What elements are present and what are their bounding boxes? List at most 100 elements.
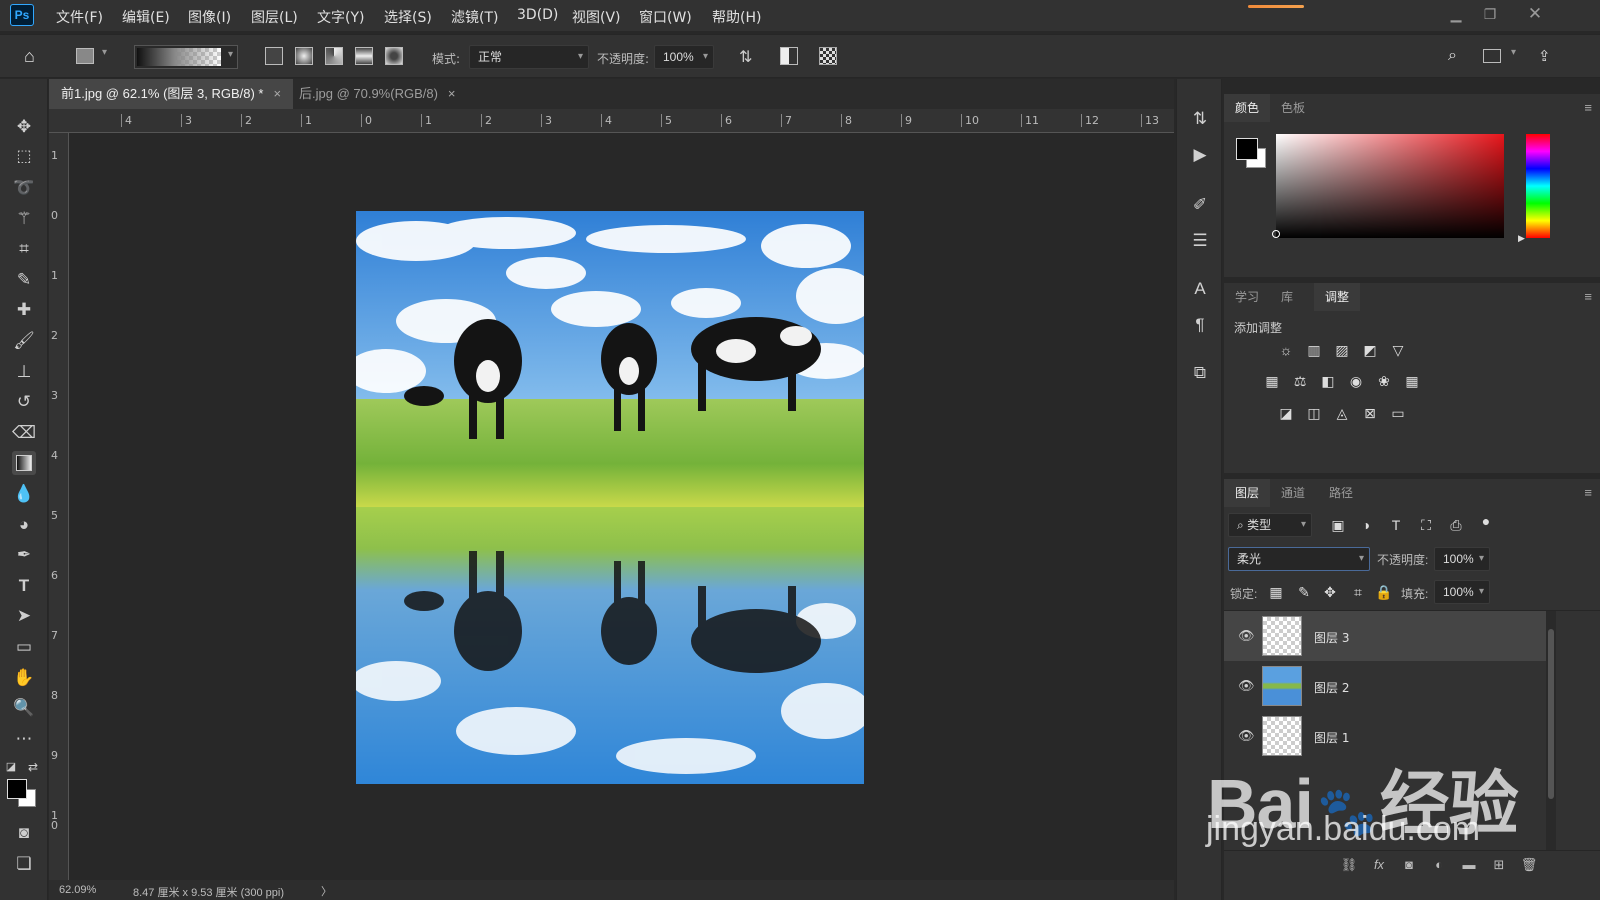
pixel-filter-icon[interactable]: ▣: [1328, 515, 1348, 535]
selective-color-icon[interactable]: ⊠: [1360, 403, 1380, 423]
transparency-icon[interactable]: [819, 47, 837, 65]
more-tools-icon[interactable]: ⋯: [12, 727, 36, 751]
menu-filter[interactable]: 滤镜(T): [451, 7, 498, 27]
workspace-icon[interactable]: [1483, 49, 1501, 63]
menu-3d[interactable]: 3D(D): [517, 7, 558, 23]
hand-tool-icon[interactable]: ✋: [12, 666, 36, 690]
eraser-tool-icon[interactable]: ⌫: [12, 421, 36, 445]
hue-slider-handle[interactable]: ▶: [1518, 233, 1525, 244]
magic-wand-tool-icon[interactable]: ⚚: [12, 207, 36, 231]
blur-tool-icon[interactable]: 💧: [12, 482, 36, 506]
shape-filter-icon[interactable]: ⛶: [1416, 515, 1436, 535]
dodge-tool-icon[interactable]: ◕: [12, 513, 36, 537]
zoom-level[interactable]: 62.09%: [59, 884, 96, 896]
close-tab-icon[interactable]: ×: [448, 86, 456, 101]
layer-name[interactable]: 图层 2: [1314, 679, 1349, 696]
layer-row[interactable]: 👁 图层 2: [1224, 661, 1546, 711]
tab-libraries[interactable]: 库: [1270, 283, 1304, 311]
hue-slider[interactable]: [1526, 134, 1550, 238]
foreground-color-swatch[interactable]: [7, 779, 27, 799]
menu-edit[interactable]: 编辑(E): [122, 7, 170, 27]
new-group-icon[interactable]: ▬: [1460, 857, 1478, 875]
gradient-preset-icon[interactable]: [76, 48, 94, 64]
home-icon[interactable]: ⌂: [24, 46, 42, 66]
rectangle-tool-icon[interactable]: ▭: [12, 635, 36, 659]
menu-help[interactable]: 帮助(H): [712, 7, 761, 27]
posterize-icon[interactable]: ◫: [1304, 403, 1324, 423]
scrollbar-thumb[interactable]: [1548, 629, 1554, 799]
type-filter-icon[interactable]: T: [1386, 515, 1406, 535]
history-brush-tool-icon[interactable]: ↺: [12, 390, 36, 414]
tab-document-2[interactable]: 后.jpg @ 70.9%(RGB/8) ×: [287, 79, 468, 109]
diamond-gradient-icon[interactable]: [385, 47, 403, 65]
vibrance-icon[interactable]: ▽: [1388, 340, 1408, 360]
lasso-tool-icon[interactable]: ➰: [12, 176, 36, 200]
zoom-tool-icon[interactable]: 🔍: [12, 696, 36, 720]
link-layers-icon[interactable]: ⛓: [1340, 857, 1358, 875]
color-balance-icon[interactable]: ⚖: [1290, 371, 1310, 391]
visibility-eye-icon[interactable]: 👁: [1238, 728, 1256, 744]
gradient-picker[interactable]: ▾: [134, 45, 238, 69]
path-selection-tool-icon[interactable]: ➤: [12, 604, 36, 628]
menu-type[interactable]: 文字(Y): [317, 7, 364, 27]
tab-document-1[interactable]: 前1.jpg @ 62.1% (图层 3, RGB/8) * ×: [49, 79, 294, 109]
curves-icon[interactable]: ▨: [1332, 340, 1352, 360]
channel-mixer-icon[interactable]: ❀: [1374, 371, 1394, 391]
document-image[interactable]: [356, 211, 864, 784]
pen-tool-icon[interactable]: ✒: [12, 543, 36, 567]
lock-all-icon[interactable]: 🔒: [1374, 582, 1394, 602]
tab-swatches[interactable]: 色板: [1270, 94, 1316, 122]
tab-color[interactable]: 颜色: [1224, 94, 1271, 122]
menu-view[interactable]: 视图(V): [572, 7, 621, 27]
eyedropper-tool-icon[interactable]: ✎: [12, 268, 36, 292]
layer-filter-select[interactable]: ⌕ 类型 ▾: [1228, 513, 1312, 537]
character-panel-icon[interactable]: A: [1188, 277, 1212, 301]
close-window-icon[interactable]: ✕: [1522, 3, 1548, 25]
black-white-icon[interactable]: ◧: [1318, 371, 1338, 391]
status-menu-arrow[interactable]: 〉: [321, 883, 332, 899]
chevron-down-icon[interactable]: ▾: [102, 47, 120, 65]
filter-toggle-icon[interactable]: ●: [1476, 511, 1496, 531]
tab-layers[interactable]: 图层: [1224, 479, 1271, 507]
exposure-icon[interactable]: ◩: [1360, 340, 1380, 360]
foreground-color-chip[interactable]: [1236, 138, 1258, 160]
opacity-input[interactable]: 100% ▾: [654, 45, 714, 69]
color-picker-handle[interactable]: [1272, 230, 1280, 238]
swap-colors-icon[interactable]: ⇄: [26, 755, 40, 779]
layers-scrollbar[interactable]: [1546, 611, 1556, 851]
visibility-eye-icon[interactable]: 👁: [1238, 628, 1256, 644]
3d-panel-icon[interactable]: ⧉: [1188, 361, 1212, 385]
adjustment-filter-icon[interactable]: ◑: [1356, 515, 1376, 535]
radial-gradient-icon[interactable]: [295, 47, 313, 65]
reverse-icon[interactable]: ⇅: [739, 47, 757, 66]
menu-layer[interactable]: 图层(L): [251, 7, 298, 27]
lock-pixels-icon[interactable]: ✎: [1294, 582, 1314, 602]
reflected-gradient-icon[interactable]: [355, 47, 373, 65]
delete-layer-icon[interactable]: 🗑: [1520, 857, 1538, 875]
threshold-icon[interactable]: ◬: [1332, 403, 1352, 423]
restore-icon[interactable]: ❐: [1477, 3, 1503, 25]
layer-name[interactable]: 图层 1: [1314, 729, 1349, 746]
paragraph-panel-icon[interactable]: ¶: [1188, 313, 1212, 337]
lock-position-icon[interactable]: ✥: [1320, 582, 1340, 602]
layer-opacity-input[interactable]: 100% ▾: [1434, 547, 1490, 571]
menu-image[interactable]: 图像(I): [188, 7, 231, 27]
screen-mode-icon[interactable]: ❏: [12, 852, 36, 876]
layer-blend-mode-select[interactable]: 柔光 ▾: [1228, 547, 1370, 571]
invert-icon[interactable]: ◪: [1276, 403, 1296, 423]
color-field[interactable]: [1272, 134, 1504, 238]
layer-row[interactable]: 👁 图层 3: [1224, 611, 1546, 661]
tab-adjustments[interactable]: 调整: [1314, 283, 1361, 311]
properties-icon[interactable]: ☰: [1188, 229, 1212, 253]
panel-menu-icon[interactable]: ≡: [1584, 485, 1592, 500]
blend-mode-select[interactable]: 正常 ▾: [469, 45, 589, 69]
brightness-icon[interactable]: ☼: [1276, 340, 1296, 360]
smart-object-filter-icon[interactable]: ⎙: [1446, 515, 1466, 535]
angle-gradient-icon[interactable]: [325, 47, 343, 65]
marquee-tool-icon[interactable]: ⬚: [12, 145, 36, 169]
menu-file[interactable]: 文件(F): [56, 7, 103, 27]
brush-tool-icon[interactable]: 🖌: [12, 329, 36, 353]
gradient-tool-icon[interactable]: [12, 451, 36, 475]
hue-saturation-icon[interactable]: ▦: [1262, 371, 1282, 391]
linear-gradient-icon[interactable]: [265, 47, 283, 65]
